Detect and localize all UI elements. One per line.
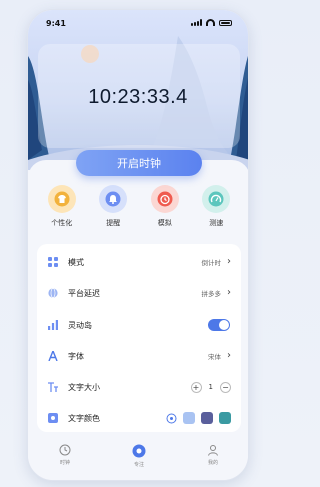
setting-value: 倒计时 bbox=[201, 259, 222, 267]
settings-list: 模式 倒计时 › 平台延迟 拼多多 › 灵动岛 字体 宋体 › 文字大小 + 1 bbox=[37, 244, 241, 432]
globe-icon bbox=[48, 288, 58, 298]
status-time: 9:41 bbox=[46, 19, 66, 28]
feature-label: 个性化 bbox=[51, 219, 73, 227]
setting-mode[interactable]: 模式 倒计时 › bbox=[37, 250, 241, 274]
feature-label: 提醒 bbox=[106, 219, 121, 227]
profile-icon bbox=[208, 445, 218, 456]
increase-button[interactable]: + bbox=[190, 381, 202, 393]
setting-label: 字体 bbox=[68, 351, 84, 361]
setting-label: 文字大小 bbox=[68, 382, 100, 392]
font-size-stepper: + 1 − bbox=[190, 381, 231, 393]
signal-icon bbox=[191, 19, 202, 26]
speedometer-icon bbox=[202, 185, 231, 213]
wifi-icon bbox=[206, 19, 215, 26]
color-picker-icon[interactable] bbox=[166, 413, 177, 424]
color-swatches bbox=[166, 412, 231, 424]
dynamic-island-toggle[interactable] bbox=[208, 319, 230, 331]
clock-icon bbox=[150, 185, 179, 213]
tab-bar: 时钟 专注 我的 bbox=[28, 440, 248, 480]
grid-icon bbox=[48, 257, 58, 267]
clock-icon bbox=[59, 444, 71, 456]
font-icon bbox=[48, 351, 58, 361]
setting-text-color: 文字颜色 bbox=[37, 406, 241, 430]
chart-icon bbox=[48, 320, 58, 330]
setting-value: 宋体 bbox=[208, 353, 221, 361]
text-size-icon bbox=[48, 382, 58, 392]
battery-icon bbox=[219, 19, 232, 26]
status-bar: 9:41 bbox=[28, 10, 248, 36]
bell-icon bbox=[99, 185, 128, 213]
setting-label: 文字颜色 bbox=[68, 413, 100, 423]
palette-icon bbox=[48, 413, 58, 423]
tshirt-icon bbox=[47, 185, 76, 213]
setting-dynamic-island: 灵动岛 bbox=[37, 313, 241, 337]
setting-label: 平台延迟 bbox=[68, 288, 100, 298]
tab-label: 我的 bbox=[207, 460, 218, 466]
feature-simulate[interactable]: 模拟 bbox=[143, 185, 187, 228]
clock-display: 10:23:33.4 bbox=[88, 86, 188, 108]
font-size-value: 1 bbox=[208, 383, 213, 391]
setting-platform-delay[interactable]: 平台延迟 拼多多 › bbox=[37, 281, 241, 305]
tab-clock[interactable]: 时钟 bbox=[45, 440, 85, 480]
feature-reminder[interactable]: 提醒 bbox=[91, 185, 135, 228]
color-swatch[interactable] bbox=[219, 412, 231, 424]
start-clock-button[interactable]: 开启时钟 bbox=[76, 150, 202, 176]
feature-label: 模拟 bbox=[157, 219, 172, 227]
tab-label: 专注 bbox=[133, 462, 144, 468]
setting-label: 灵动岛 bbox=[68, 320, 92, 330]
tab-focus[interactable]: 专注 bbox=[119, 440, 159, 480]
chevron-right-icon: › bbox=[227, 256, 231, 267]
color-swatch[interactable] bbox=[183, 412, 195, 424]
setting-font[interactable]: 字体 宋体 › bbox=[37, 344, 241, 368]
feature-personalize[interactable]: 个性化 bbox=[40, 185, 84, 228]
phone-frame: 9:41 10:23:33.4 开启时钟 个性化 提醒 模拟 测速 模式 倒计时… bbox=[27, 9, 249, 481]
decrease-button[interactable]: − bbox=[220, 381, 231, 393]
feature-row: 个性化 提醒 模拟 测速 bbox=[36, 185, 242, 228]
setting-value: 拼多多 bbox=[201, 290, 222, 298]
chevron-right-icon: › bbox=[227, 350, 231, 361]
tab-profile[interactable]: 我的 bbox=[193, 440, 233, 480]
focus-icon bbox=[132, 444, 146, 458]
feature-speedtest[interactable]: 测速 bbox=[194, 185, 238, 228]
color-swatch[interactable] bbox=[201, 412, 213, 424]
chevron-right-icon: › bbox=[227, 287, 231, 298]
feature-label: 测速 bbox=[209, 219, 224, 227]
setting-font-size: 文字大小 + 1 − bbox=[37, 375, 241, 399]
setting-label: 模式 bbox=[68, 257, 84, 267]
tab-label: 时钟 bbox=[59, 460, 70, 466]
